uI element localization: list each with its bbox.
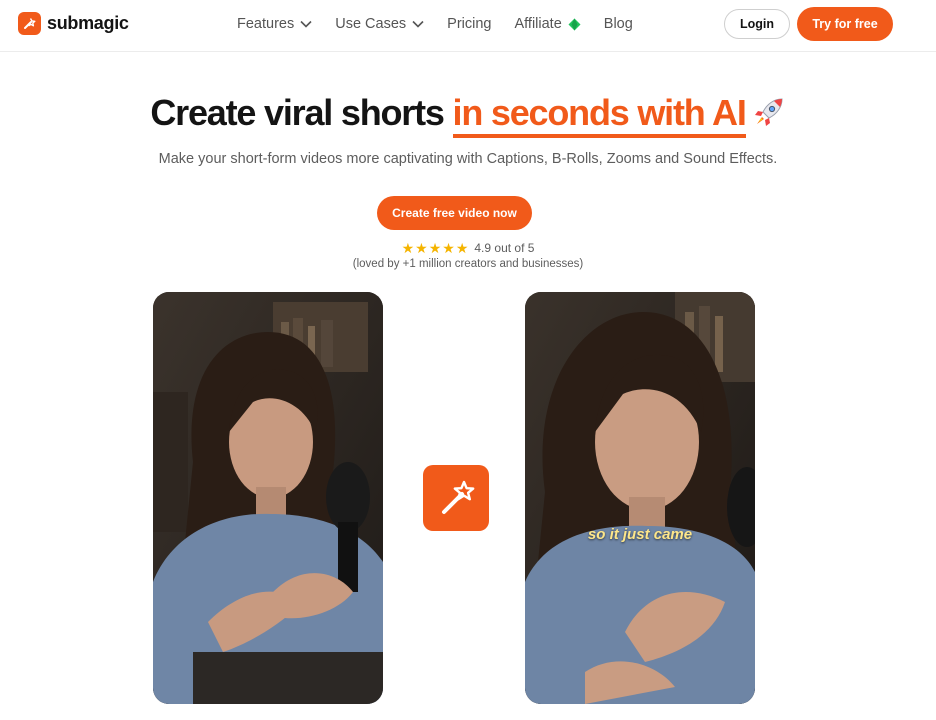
hero-title-main: Create viral shorts — [150, 92, 445, 133]
video-after-frame — [525, 292, 755, 704]
nav-item-pricing[interactable]: Pricing — [447, 16, 491, 32]
logo[interactable]: submagic — [18, 12, 129, 35]
create-free-video-button[interactable]: Create free video now — [377, 196, 532, 230]
star-icon: ★ — [401, 240, 415, 256]
star-icon: ★ — [455, 240, 469, 256]
nav-item-label: Blog — [603, 16, 633, 32]
hero-title: Create viral shorts in seconds with AI — [0, 92, 936, 138]
main-nav: Features Use Cases Pricing Affiliate Blo… — [237, 16, 656, 32]
star-icon: ★ — [428, 240, 442, 256]
nav-item-label: Affiliate — [514, 16, 562, 32]
nav-item-label: Features — [237, 16, 295, 32]
video-before[interactable] — [153, 292, 383, 704]
star-icon: ★ — [415, 240, 428, 256]
star-icon: ★ — [442, 240, 455, 256]
video-caption: so it just came — [587, 526, 693, 543]
try-for-free-button[interactable]: Try for free — [797, 7, 893, 41]
rating-stars: ★ ★ ★ ★ ★ — [402, 241, 469, 255]
top-navbar: submagic Features Use Cases Pricing Affi… — [0, 0, 936, 52]
nav-item-affiliate[interactable]: Affiliate — [514, 16, 581, 32]
login-button[interactable]: Login — [724, 9, 790, 39]
video-before-frame — [153, 292, 383, 704]
hero-subtitle: Make your short-form videos more captiva… — [158, 151, 778, 167]
rocket-icon — [752, 95, 786, 138]
video-after[interactable]: so it just came — [525, 292, 755, 704]
page: submagic Features Use Cases Pricing Affi… — [0, 0, 936, 720]
logo-text: submagic — [47, 13, 129, 33]
nav-item-label: Use Cases — [335, 16, 407, 32]
rating: ★ ★ ★ ★ ★ 4.9 out of 5 — [0, 241, 936, 255]
magic-wand-icon — [423, 465, 489, 531]
nav-item-features[interactable]: Features — [237, 16, 312, 32]
hero-title-highlight: in seconds with AI — [452, 92, 747, 138]
nav-item-label: Pricing — [447, 16, 492, 32]
rating-subtext: (loved by +1 million creators and busine… — [352, 258, 584, 270]
chevron-down-icon — [300, 20, 312, 28]
nav-item-blog[interactable]: Blog — [604, 16, 633, 32]
gem-icon — [568, 18, 581, 30]
submagic-logo-icon — [18, 12, 41, 35]
nav-item-use-cases[interactable]: Use Cases — [335, 16, 424, 32]
chevron-down-icon — [412, 20, 424, 28]
rating-text: 4.9 out of 5 — [474, 241, 535, 255]
